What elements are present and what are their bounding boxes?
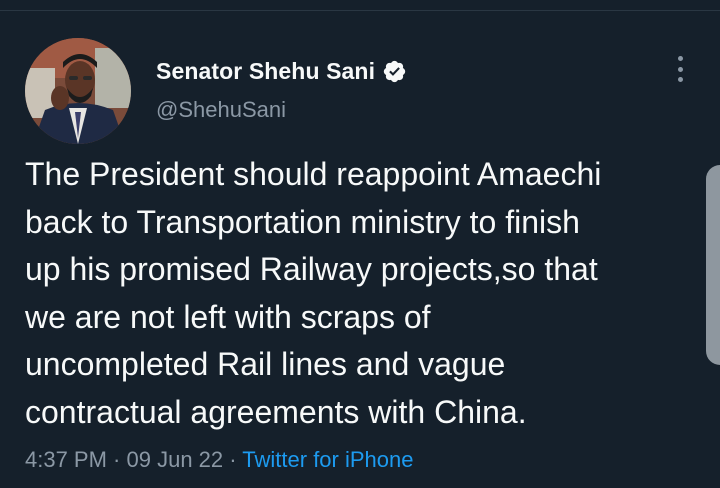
tweet-text-line: up his promised Railway projects,so that — [25, 251, 598, 287]
more-dot — [677, 77, 683, 82]
author-row: Senator Shehu Sani — [156, 57, 407, 85]
tweet-text-line: back to Transportation ministry to finis… — [25, 203, 580, 240]
tweet-text: The President should reappoint Amaechi b… — [25, 151, 705, 436]
more-options-icon[interactable] — [670, 54, 690, 84]
meta-separator: · — [106, 447, 127, 472]
tweet-date[interactable]: 09 Jun 22 — [127, 447, 224, 472]
side-scroll-handle[interactable] — [706, 165, 720, 365]
tweet-text-line: The President should reappoint Amaechi — [25, 156, 602, 192]
tweet-card: Senator Shehu Sani @ShehuSani The Presid… — [0, 0, 720, 488]
meta-separator: · — [223, 447, 243, 472]
avatar-image — [25, 38, 131, 144]
tweet-text-line: contractual agreements with China. — [25, 393, 527, 430]
avatar[interactable] — [25, 38, 131, 144]
handle[interactable]: @ShehuSani — [156, 97, 286, 123]
tweet-text-line: we are not left with scraps of — [25, 298, 431, 335]
more-dot — [677, 66, 683, 72]
more-dot — [677, 56, 683, 61]
tweet-time[interactable]: 4:37 PM — [25, 447, 107, 472]
tweet-source-link[interactable]: Twitter for iPhone — [242, 447, 413, 472]
verified-badge-icon — [382, 59, 407, 84]
display-name[interactable]: Senator Shehu Sani — [156, 58, 375, 85]
tweet-metadata: 4:37 PM · 09 Jun 22 · Twitter for iPhone — [25, 447, 413, 473]
tweet-text-line: uncompleted Rail lines and vague — [25, 346, 506, 382]
